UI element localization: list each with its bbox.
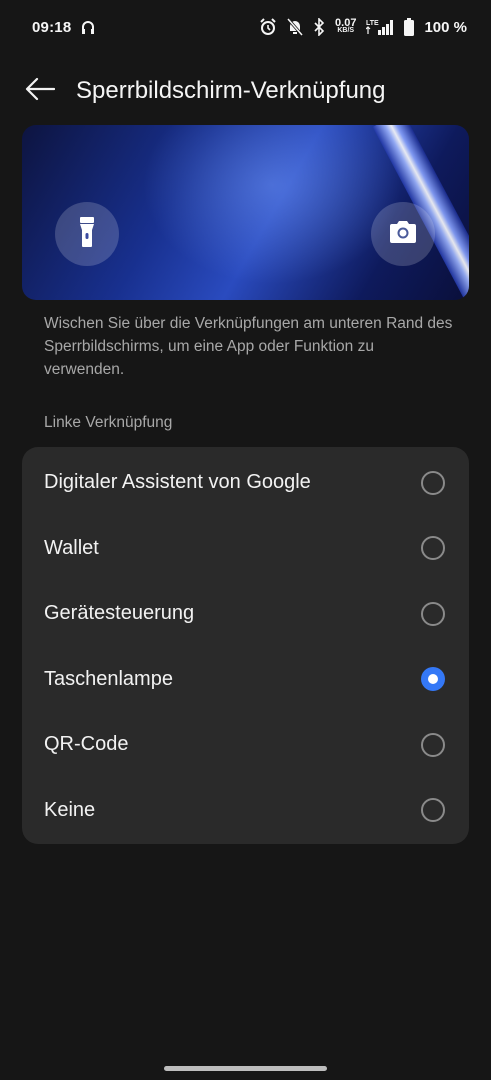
- preview-right-shortcut: [371, 202, 435, 266]
- option-label: Keine: [44, 798, 96, 821]
- network-speed: 0.07 KB/S: [335, 17, 357, 35]
- option-none[interactable]: Keine: [22, 778, 469, 844]
- radio-button[interactable]: [421, 536, 445, 561]
- page-title: Sperrbildschirm-Verknüpfung: [76, 77, 386, 104]
- option-label: QR-Code: [44, 733, 129, 756]
- network-type-label: LTE: [366, 20, 379, 27]
- radio-button[interactable]: [421, 732, 445, 757]
- preview-glow: [142, 125, 402, 285]
- preview-left-shortcut: [55, 202, 119, 266]
- status-bar: 09:18 0.07 KB/S LTE 100 %: [0, 0, 491, 54]
- option-google-assistant[interactable]: Digitaler Assistent von Google: [22, 450, 469, 516]
- network-speed-value: 0.07: [335, 17, 357, 29]
- status-time: 09:18: [32, 18, 72, 36]
- option-label: Digitaler Assistent von Google: [44, 471, 311, 494]
- back-button[interactable]: [20, 71, 60, 111]
- option-label: Taschenlampe: [44, 667, 173, 690]
- alarm-icon: [259, 18, 277, 36]
- section-label-left-shortcut: Linke Verknüpfung: [44, 414, 173, 431]
- radio-button[interactable]: [421, 798, 445, 823]
- bluetooth-icon: [313, 18, 325, 36]
- option-label: Gerätesteuerung: [44, 602, 195, 625]
- option-flashlight[interactable]: Taschenlampe: [22, 647, 469, 713]
- option-device-controls[interactable]: Gerätesteuerung: [22, 581, 469, 647]
- network-speed-unit: KB/S: [337, 27, 355, 34]
- left-shortcut-options: Digitaler Assistent von Google Wallet Ge…: [22, 447, 469, 844]
- arrow-left-icon: [25, 77, 56, 106]
- mute-bell-icon: [287, 18, 304, 36]
- home-indicator[interactable]: [164, 1066, 327, 1071]
- battery-percentage: 100 %: [424, 18, 467, 36]
- option-qr-code[interactable]: QR-Code: [22, 712, 469, 778]
- option-label: Wallet: [44, 536, 99, 559]
- radio-button[interactable]: [421, 470, 445, 495]
- signal-icon: LTE: [366, 18, 394, 36]
- app-header: Sperrbildschirm-Verknüpfung: [0, 62, 491, 120]
- option-wallet[interactable]: Wallet: [22, 516, 469, 582]
- radio-button-selected[interactable]: [421, 667, 445, 692]
- headset-icon: [81, 19, 95, 35]
- camera-icon: [388, 220, 418, 249]
- radio-button[interactable]: [421, 601, 445, 626]
- flashlight-icon: [77, 216, 97, 253]
- radio-dot: [428, 674, 438, 685]
- lockscreen-preview: [22, 125, 469, 300]
- description-text: Wischen Sie über die Verknüpfungen am un…: [44, 315, 453, 378]
- battery-icon: [404, 18, 415, 36]
